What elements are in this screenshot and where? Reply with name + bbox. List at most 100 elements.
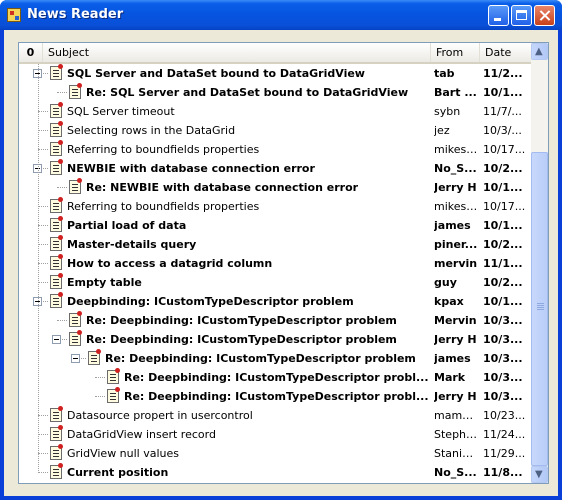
message-from: Jerry H [434, 390, 477, 403]
app-icon [7, 8, 21, 22]
message-row[interactable]: Datasource propert in usercontrol mamaike… [19, 406, 531, 425]
message-date: 10/3... [483, 333, 523, 346]
collapse-toggle-icon[interactable] [52, 335, 61, 344]
unread-message-icon [107, 368, 120, 384]
unread-message-icon [69, 330, 82, 346]
message-row[interactable]: Re: Deepbinding: ICustomTypeDescriptor p… [19, 387, 531, 406]
message-from: Jerry H [434, 333, 477, 346]
unread-message-icon [50, 216, 63, 232]
message-row[interactable]: SQL Server timeout sybn 11/7/... [19, 102, 531, 121]
unread-message-icon [69, 311, 82, 327]
message-row[interactable]: SQL Server and DataSet bound to DataGrid… [19, 64, 531, 83]
unread-message-icon [50, 102, 63, 118]
tree-connector [38, 282, 48, 283]
unread-message-icon [50, 273, 63, 289]
message-date: 10/1... [483, 86, 523, 99]
tree-connector [38, 472, 48, 473]
message-row[interactable]: Referring to boundfields properties mikes… [19, 197, 531, 216]
unread-message-icon [50, 254, 63, 270]
message-subject: Master-details query [67, 238, 197, 251]
message-subject: Empty table [67, 276, 142, 289]
window-title: News Reader [27, 7, 124, 22]
message-date: 11/8... [483, 466, 523, 479]
message-row[interactable]: Master-details query piner... 10/2... [19, 235, 531, 254]
message-date: 10/3... [483, 390, 523, 403]
unread-message-icon [69, 83, 82, 99]
title-bar[interactable]: News Reader [0, 0, 562, 30]
message-from: guy [434, 276, 457, 289]
tree-connector [38, 111, 48, 112]
message-subject: Re: NEWBIE with database connection erro… [86, 181, 359, 194]
message-row[interactable]: Re: Deepbinding: ICustomTypeDescriptor p… [19, 311, 531, 330]
message-row[interactable]: Re: Deepbinding: ICustomTypeDescriptor p… [19, 368, 531, 387]
message-from: jez [434, 124, 450, 137]
unread-message-icon [50, 292, 63, 308]
vertical-scrollbar[interactable]: ▲ ▼ [531, 43, 548, 483]
message-row[interactable]: Re: Deepbinding: ICustomTypeDescriptor p… [19, 330, 531, 349]
message-date: 10/3... [483, 352, 523, 365]
message-from: mamaike [434, 409, 478, 422]
message-row[interactable]: Current position No_S... 11/8... [19, 463, 531, 482]
message-subject: How to access a datagrid column [67, 257, 273, 270]
message-row[interactable]: Empty table guy 10/2... [19, 273, 531, 292]
message-subject: Selecting rows in the DataGrid [67, 124, 236, 137]
unread-message-icon [50, 425, 63, 441]
message-from: Stanis... [434, 447, 478, 460]
message-row[interactable]: GridView null values Stanis... 11/29... [19, 444, 531, 463]
message-subject: Re: Deepbinding: ICustomTypeDescriptor p… [86, 333, 397, 346]
scroll-down-button[interactable]: ▼ [531, 466, 548, 483]
message-from: james [434, 219, 471, 232]
message-from: Jerry H [434, 181, 477, 194]
column-header-subject[interactable]: Subject [43, 43, 431, 62]
message-row[interactable]: Partial load of data james 10/1... [19, 216, 531, 235]
tree-connector [38, 415, 48, 416]
tree-connector [38, 225, 48, 226]
message-from: No_S... [434, 162, 477, 175]
message-row[interactable]: Re: NEWBIE with database connection erro… [19, 178, 531, 197]
tree-connector [38, 244, 48, 245]
scroll-up-arrow-icon: ▲ [535, 46, 543, 57]
minimize-button[interactable] [488, 5, 509, 26]
message-tree-list[interactable]: 0 Subject From Date SQL Server and DataS… [18, 42, 549, 484]
message-date: 10/17... [483, 143, 526, 156]
collapse-toggle-icon[interactable] [71, 354, 80, 363]
scroll-up-button[interactable]: ▲ [531, 43, 548, 60]
message-date: 10/1... [483, 295, 523, 308]
message-from: Stephen [434, 428, 478, 441]
message-subject: Re: Deepbinding: ICustomTypeDescriptor p… [105, 352, 416, 365]
message-subject: Partial load of data [67, 219, 187, 232]
message-date: 10/17... [483, 200, 526, 213]
unread-message-icon [107, 387, 120, 403]
column-header-attachment[interactable]: 0 [19, 43, 43, 62]
close-button[interactable] [534, 5, 555, 26]
column-header-from[interactable]: From [431, 43, 480, 62]
tree-connector [38, 434, 48, 435]
message-date: 10/2... [483, 162, 523, 175]
message-from: kpax [434, 295, 464, 308]
message-subject: Datasource propert in usercontrol [67, 409, 253, 422]
column-header-date[interactable]: Date [480, 43, 531, 62]
message-date: 10/2... [483, 276, 523, 289]
message-row[interactable]: Selecting rows in the DataGrid jez 10/3/..… [19, 121, 531, 140]
message-row[interactable]: Re: Deepbinding: ICustomTypeDescriptor p… [19, 349, 531, 368]
tree-connector [95, 396, 105, 397]
tree-connector [38, 263, 48, 264]
maximize-button[interactable] [511, 5, 532, 26]
unread-message-icon [50, 444, 63, 460]
message-row[interactable]: Referring to boundfields properties mikes… [19, 140, 531, 159]
scroll-grip-icon [537, 303, 544, 304]
message-date: 10/23... [483, 409, 526, 422]
message-row[interactable]: Deepbinding: ICustomTypeDescriptor probl… [19, 292, 531, 311]
message-row[interactable]: NEWBIE with database connection error No_… [19, 159, 531, 178]
tree-connector [57, 320, 67, 321]
tree-connector [38, 453, 48, 454]
message-row[interactable]: DataGridView insert record Stephen 11/24..… [19, 425, 531, 444]
message-row[interactable]: Re: SQL Server and DataSet bound to Data… [19, 83, 531, 102]
unread-message-icon [88, 349, 101, 365]
message-from: sybn [434, 105, 461, 118]
unread-message-icon [50, 140, 63, 156]
message-row[interactable]: How to access a datagrid column mervin 11/… [19, 254, 531, 273]
message-subject: DataGridView insert record [67, 428, 216, 441]
tree-connector [57, 187, 67, 188]
scroll-thumb[interactable] [531, 152, 548, 466]
